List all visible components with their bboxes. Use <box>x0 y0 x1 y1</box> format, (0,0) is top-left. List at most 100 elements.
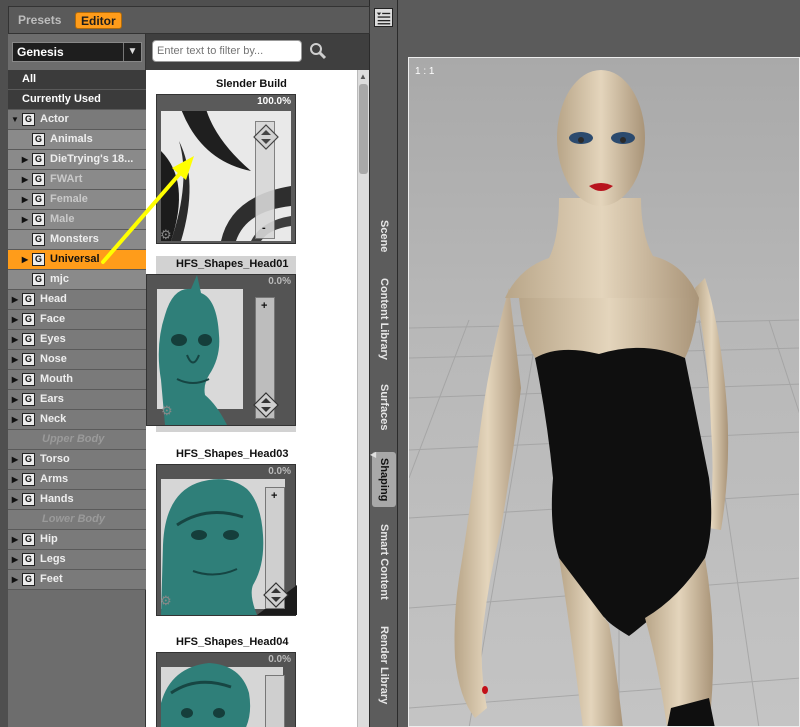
expand-right-icon[interactable]: ▶ <box>10 470 20 489</box>
expand-right-icon[interactable]: ▶ <box>20 210 30 229</box>
side-tab-content-library[interactable]: Content Library <box>372 278 396 360</box>
gear-icon[interactable]: ⚙ <box>160 593 172 609</box>
category-item-fwart[interactable]: ▶ G FWArt <box>8 170 146 190</box>
category-item-mouth[interactable]: ▶ G Mouth <box>8 370 146 390</box>
group-icon: G <box>22 413 35 426</box>
category-item-nose[interactable]: ▶ G Nose <box>8 350 146 370</box>
morph-slider-handle[interactable] <box>253 392 279 418</box>
category-item-dietrying-s-18[interactable]: ▶ G DieTrying's 18... <box>8 150 146 170</box>
morph-list: Slender Build 100.0% - ⚙ HFS_Shapes_Head… <box>146 70 357 727</box>
scrollbar-thumb[interactable] <box>359 84 368 174</box>
filter-input[interactable] <box>152 40 302 62</box>
morph-card[interactable]: HFS_Shapes_Head04 0.0% <box>156 634 296 727</box>
side-tab-scene[interactable]: Scene <box>372 220 396 252</box>
morph-frame: 0.0% + ⚙ <box>156 464 297 616</box>
plus-icon: + <box>271 490 278 502</box>
expand-right-icon[interactable]: ▶ <box>10 550 20 569</box>
category-item-hip[interactable]: ▶ G Hip <box>8 530 146 550</box>
category-item-feet[interactable]: ▶ G Feet <box>8 570 146 590</box>
gear-icon[interactable]: ⚙ <box>160 227 172 243</box>
category-item-legs[interactable]: ▶ G Legs <box>8 550 146 570</box>
morph-card[interactable]: HFS_Shapes_Head03 0.0% + ⚙ <box>156 446 297 622</box>
group-icon: G <box>22 533 35 546</box>
expand-right-icon[interactable]: ▶ <box>10 290 20 309</box>
category-item-male[interactable]: ▶ G Male <box>8 210 146 230</box>
category-item-lower-body[interactable]: Lower Body <box>8 510 146 530</box>
category-label: Feet <box>40 573 63 585</box>
expand-right-icon[interactable]: ▶ <box>10 490 20 509</box>
expand-right-icon[interactable]: ▶ <box>20 170 30 189</box>
side-tab-smart-content[interactable]: Smart Content <box>372 524 396 600</box>
group-icon: G <box>32 213 45 226</box>
category-item-torso[interactable]: ▶ G Torso <box>8 450 146 470</box>
search-icon[interactable] <box>309 42 327 60</box>
figure-select[interactable]: Genesis ▼ <box>12 42 142 62</box>
category-item-actor[interactable]: ▼ G Actor <box>8 110 146 130</box>
expand-right-icon[interactable]: ▶ <box>10 530 20 549</box>
category-item-currently-used[interactable]: Currently Used <box>8 90 146 110</box>
chevron-down-icon[interactable]: ▼ <box>123 43 141 61</box>
category-item-universal[interactable]: ▶ G Universal <box>8 250 146 270</box>
category-item-all[interactable]: All <box>8 70 146 90</box>
morph-slider-track[interactable]: + <box>263 487 289 609</box>
category-panel: Genesis ▼ All Currently Used ▼ G Actor G Anima… <box>8 34 146 727</box>
category-item-face[interactable]: ▶ G Face <box>8 310 146 330</box>
morph-slider-track[interactable]: + <box>253 297 279 419</box>
morph-slider-track[interactable] <box>265 675 285 727</box>
expand-right-icon[interactable]: ▶ <box>10 450 20 469</box>
category-item-ears[interactable]: ▶ G Ears <box>8 390 146 410</box>
category-item-upper-body[interactable]: Upper Body <box>8 430 146 450</box>
category-label: Arms <box>40 473 69 485</box>
expand-right-icon[interactable]: ▶ <box>10 390 20 409</box>
expand-right-icon[interactable]: ▶ <box>10 370 20 389</box>
morph-frame: 0.0% + ⚙ <box>146 274 296 426</box>
side-tab-render-library[interactable]: Render Library <box>372 626 396 704</box>
category-label: All <box>22 73 37 85</box>
morph-slider-handle[interactable] <box>253 124 279 150</box>
category-label: Nose <box>40 353 67 365</box>
category-item-eyes[interactable]: ▶ G Eyes <box>8 330 146 350</box>
gear-icon[interactable]: ⚙ <box>161 403 173 419</box>
category-label: Legs <box>40 553 66 565</box>
category-label: Male <box>50 213 75 225</box>
side-tab-shaping[interactable]: Shaping <box>372 452 396 508</box>
scroll-up-icon[interactable]: ▲ <box>359 72 367 81</box>
tab-editor[interactable]: Editor <box>75 12 122 29</box>
expand-right-icon[interactable]: ▶ <box>10 330 20 349</box>
expand-right-icon[interactable]: ▶ <box>20 150 30 169</box>
category-item-neck[interactable]: ▶ G Neck <box>8 410 146 430</box>
expand-right-icon[interactable]: ▶ <box>20 250 30 269</box>
expand-right-icon[interactable]: ▶ <box>10 570 20 589</box>
category-label: Hands <box>40 493 74 505</box>
category-item-animals[interactable]: G Animals <box>8 130 146 150</box>
morph-title: HFS_Shapes_Head04 <box>176 636 289 648</box>
morph-list-scrollbar[interactable]: ▲ <box>357 70 369 727</box>
expand-right-icon[interactable]: ▶ <box>10 410 20 429</box>
category-item-head[interactable]: ▶ G Head <box>8 290 146 310</box>
category-label: Torso <box>40 453 70 465</box>
category-label: DieTrying's 18... <box>50 153 134 165</box>
category-label: Hip <box>40 533 58 545</box>
morph-slider-track[interactable]: - <box>253 121 279 239</box>
app-window: Presets Editor Genesis ▼ All Currently Us… <box>0 0 800 727</box>
category-item-mjc[interactable]: Gmjc <box>8 270 146 290</box>
category-item-female[interactable]: ▶ G Female <box>8 190 146 210</box>
morph-slider-handle[interactable] <box>263 582 289 608</box>
expand-right-icon[interactable]: ▶ <box>10 350 20 369</box>
category-item-arms[interactable]: ▶ G Arms <box>8 470 146 490</box>
expand-down-icon[interactable]: ▼ <box>10 110 20 129</box>
group-icon: G <box>32 233 45 246</box>
panel-menu-icon[interactable] <box>374 8 393 27</box>
expand-right-icon[interactable]: ▶ <box>20 190 30 209</box>
figure-select-value: Genesis <box>17 45 64 59</box>
tab-presets[interactable]: Presets <box>13 12 66 29</box>
expand-right-icon[interactable]: ▶ <box>10 310 20 329</box>
3d-viewport[interactable]: 1 : 1 <box>408 57 800 727</box>
group-icon: G <box>22 313 35 326</box>
morph-card[interactable]: HFS_Shapes_Head01 0.0% + ⚙ <box>146 256 296 432</box>
category-item-hands[interactable]: ▶ G Hands <box>8 490 146 510</box>
morph-card[interactable]: Slender Build 100.0% - ⚙ <box>156 76 296 244</box>
category-item-monsters[interactable]: G Monsters <box>8 230 146 250</box>
collapse-arrow-icon[interactable]: ◀ <box>370 450 376 459</box>
side-tab-surfaces[interactable]: Surfaces <box>372 384 396 430</box>
